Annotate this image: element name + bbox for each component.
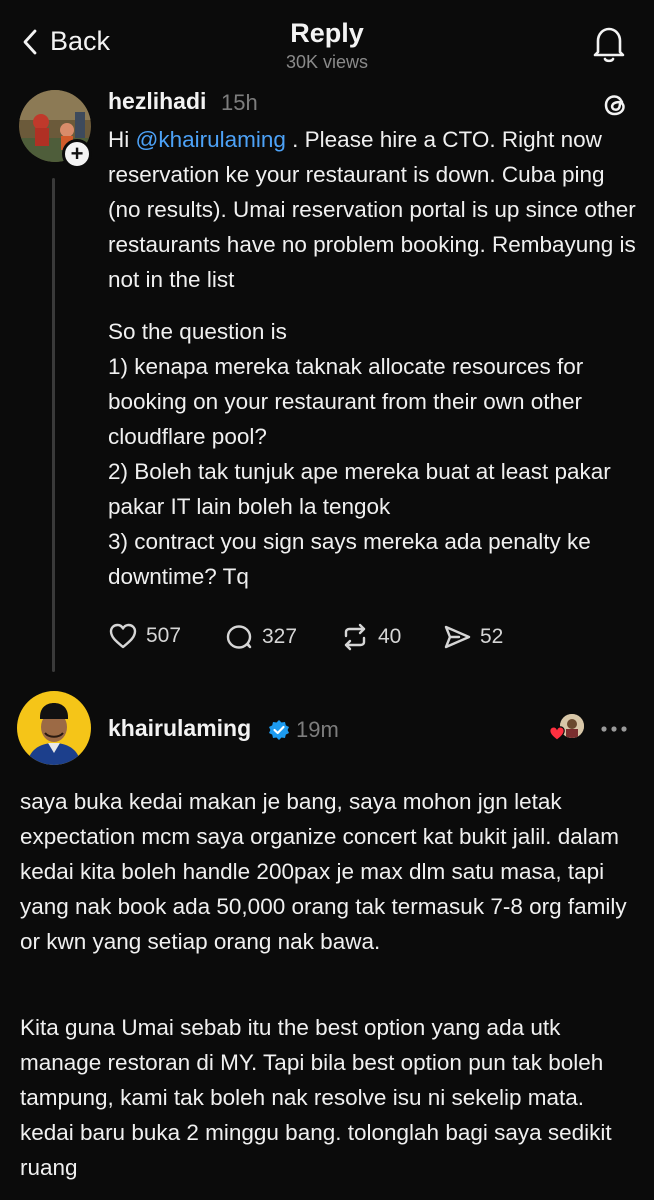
post-timestamp: 15h (221, 90, 258, 115)
bell-icon[interactable] (590, 24, 628, 64)
avatar-photo (17, 691, 91, 765)
like-button[interactable]: 507 (108, 622, 181, 650)
reply-paragraph-1: saya buka kedai makan je bang, saya moho… (20, 789, 627, 954)
view-count: 30K views (285, 52, 369, 72)
comment-button[interactable]: 327 (224, 622, 297, 652)
threads-logo-icon (604, 95, 625, 116)
avatar-khairulaming[interactable] (17, 691, 91, 765)
reply-username[interactable]: khairulaming (108, 715, 251, 742)
verified-badge-icon (269, 720, 289, 740)
mention-link[interactable]: @khairulaming (136, 127, 286, 152)
post-paragraph-1: Hi @khairulaming . Please hire a CTO. Ri… (108, 122, 638, 297)
heart-icon (549, 726, 565, 741)
repost-count: 40 (378, 625, 402, 648)
top-bar: Back Reply 30K views (0, 0, 654, 82)
post-username[interactable]: hezlihadi (108, 88, 206, 115)
heart-icon (109, 623, 137, 649)
thread-connector-line (52, 178, 55, 672)
more-icon[interactable] (598, 718, 630, 740)
share-button[interactable]: 52 (442, 622, 503, 652)
comment-count: 327 (262, 625, 298, 648)
repost-button[interactable]: 40 (340, 622, 401, 652)
like-count: 507 (146, 624, 182, 647)
comment-icon (226, 625, 252, 649)
reply-paragraph-2: Kita guna Umai sebab itu the best option… (20, 1015, 612, 1180)
post-paragraph-2: So the question is 1) kenapa mereka takn… (108, 319, 611, 589)
post-text-prefix: Hi (108, 127, 136, 152)
share-icon (444, 625, 471, 649)
follow-button[interactable]: + (62, 139, 92, 169)
repost-icon (344, 623, 366, 651)
page-title: Reply (290, 18, 364, 48)
liked-by-indicator (546, 714, 586, 744)
reply-timestamp: 19m (296, 717, 339, 742)
share-count: 52 (480, 625, 504, 648)
